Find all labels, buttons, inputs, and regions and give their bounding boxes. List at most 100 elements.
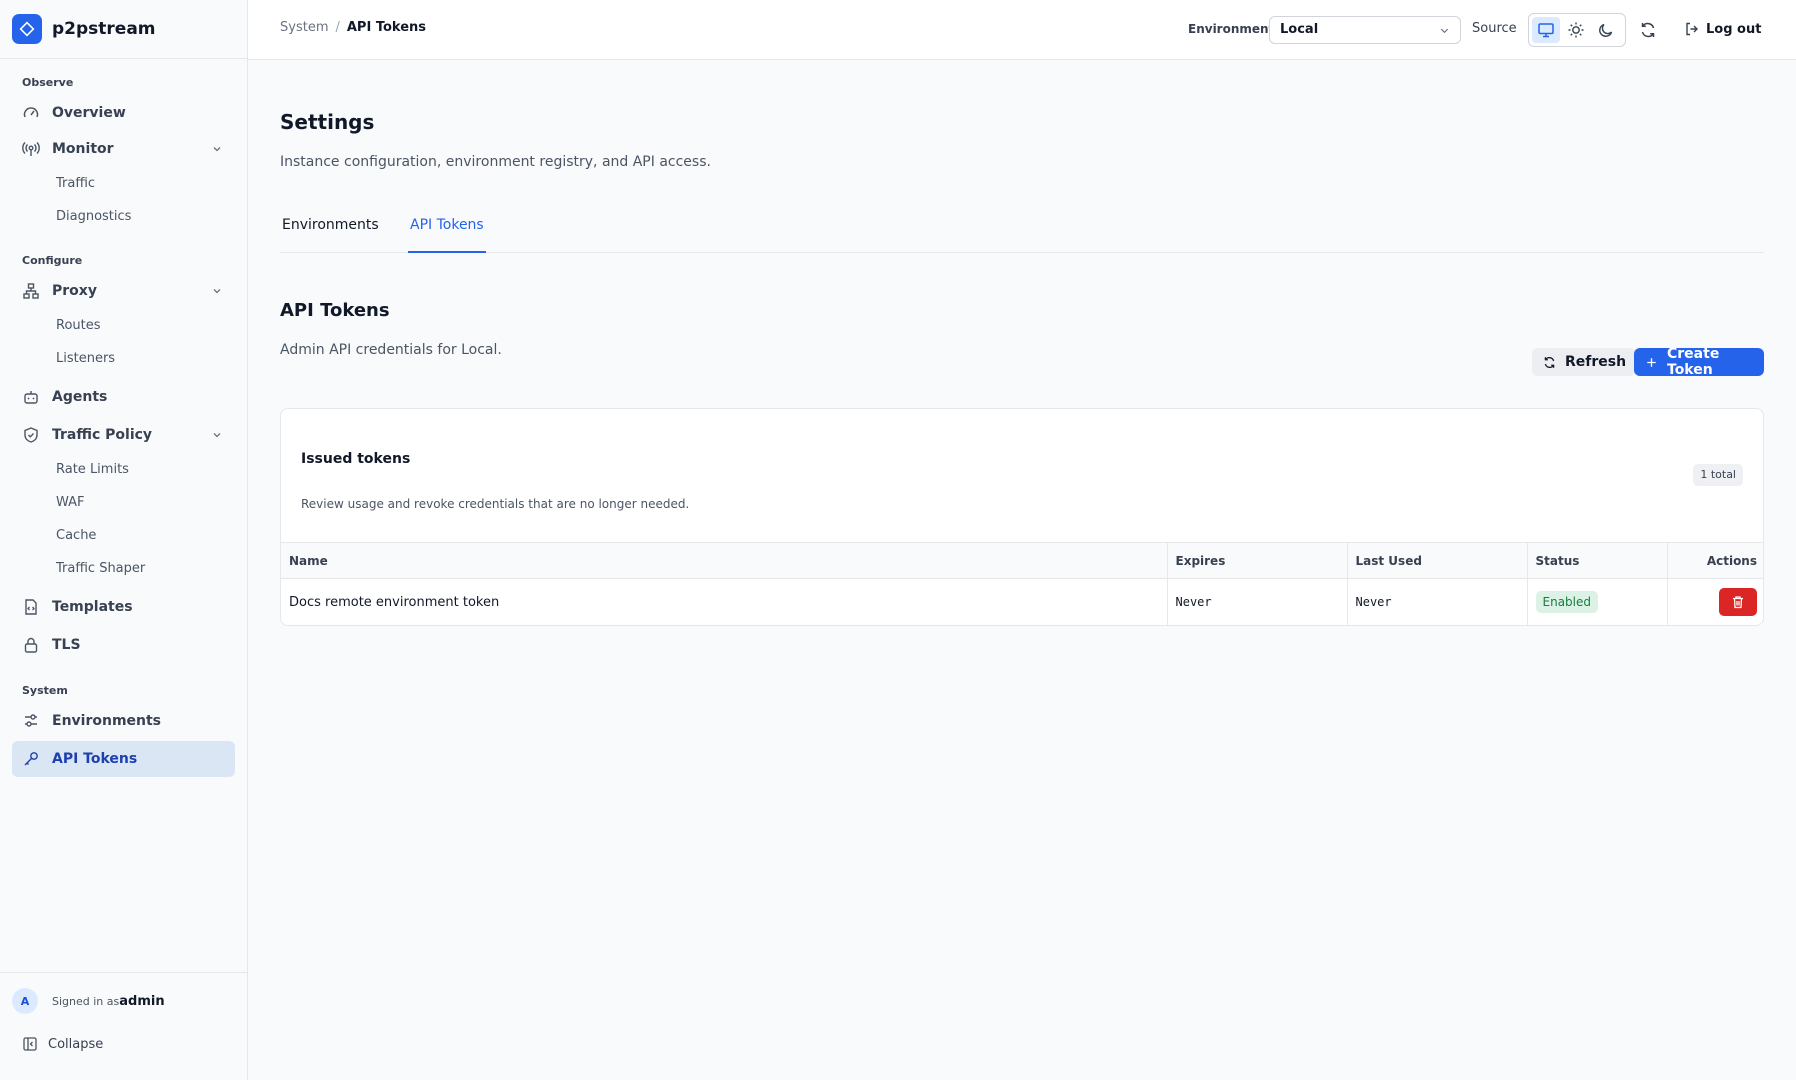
sidebar: p2pstream Observe Overview Monitor Traff…	[0, 0, 248, 1080]
chevron-down-icon[interactable]	[211, 285, 223, 297]
breadcrumb: System / API Tokens	[280, 20, 426, 35]
token-name: Docs remote environment token	[289, 594, 500, 610]
breadcrumb-separator: /	[335, 20, 340, 35]
column-header-expires: Expires	[1166, 542, 1347, 579]
sidebar-item-routes[interactable]: Routes	[12, 309, 235, 342]
section-description: Admin API credentials for Local.	[280, 342, 502, 358]
sidebar-item-diagnostics[interactable]: Diagnostics	[12, 200, 235, 233]
logout-label: Log out	[1706, 21, 1762, 37]
sidebar-item-traffic-shaper[interactable]: Traffic Shaper	[12, 552, 235, 585]
chevron-down-icon[interactable]	[211, 143, 223, 155]
token-status-cell: Enabled	[1526, 578, 1667, 625]
trash-icon	[1733, 596, 1743, 609]
sidebar-item-tls[interactable]: TLS	[12, 627, 235, 663]
top-bar: System / API Tokens Environment Local So…	[248, 0, 1796, 60]
monitor-icon	[1538, 23, 1554, 38]
breadcrumb-system[interactable]: System	[280, 20, 328, 35]
breadcrumb-current: API Tokens	[346, 20, 427, 35]
token-last-used: Never	[1346, 578, 1527, 625]
refresh-icon[interactable]	[1638, 20, 1658, 40]
tab-environments[interactable]: Environments	[282, 210, 379, 253]
sidebar-item-label: TLS	[52, 637, 81, 653]
brand-logo-icon	[12, 14, 42, 44]
settings-tabs: Environments API Tokens	[280, 210, 1764, 253]
sidebar-item-monitor[interactable]: Monitor	[12, 131, 235, 167]
plus-icon	[1647, 357, 1656, 367]
sidebar-item-label: Environments	[52, 713, 162, 729]
panel-left-icon	[23, 1037, 37, 1051]
sidebar-item-cache[interactable]: Cache	[12, 519, 235, 552]
sidebar-footer: A Signed in asadmin Collapse	[0, 972, 247, 1080]
refresh-icon	[1544, 356, 1555, 368]
gauge-icon	[23, 107, 39, 118]
issued-tokens-card: Issued tokens Review usage and revoke cr…	[280, 408, 1764, 626]
tokens-table: Name Expires Last Used Status Actions Do…	[281, 542, 1763, 625]
sidebar-item-traffic-policy[interactable]: Traffic Policy	[12, 417, 235, 453]
logout-button[interactable]: Log out	[1684, 21, 1761, 37]
page-title: Settings	[280, 110, 375, 134]
section-title: API Tokens	[280, 300, 390, 321]
sidebar-item-agents[interactable]: Agents	[12, 379, 235, 415]
collapse-label: Collapse	[48, 1036, 104, 1052]
theme-dark-button[interactable]	[1592, 17, 1620, 43]
sidebar-item-rate-limits[interactable]: Rate Limits	[12, 453, 235, 486]
theme-light-button[interactable]	[1562, 17, 1590, 43]
chevron-down-icon	[1440, 28, 1449, 34]
bot-icon	[24, 391, 38, 404]
sidebar-item-overview[interactable]: Overview	[12, 95, 235, 131]
collapse-sidebar-button[interactable]: Collapse	[12, 1029, 235, 1059]
shield-check-icon	[24, 427, 38, 443]
sun-icon	[1568, 22, 1584, 38]
lock-icon	[24, 637, 38, 653]
environment-value: Local	[1280, 22, 1319, 37]
brand[interactable]: p2pstream	[0, 0, 247, 59]
sidebar-item-proxy[interactable]: Proxy	[12, 273, 235, 309]
sidebar-item-label: Proxy	[52, 283, 97, 299]
refresh-label: Refresh	[1565, 354, 1627, 370]
create-token-label: Create Token	[1667, 346, 1720, 378]
sidebar-item-label: Monitor	[52, 141, 114, 157]
delete-token-button[interactable]	[1719, 588, 1757, 617]
page-description: Instance configuration, environment regi…	[280, 154, 711, 170]
nav-section-configure: Configure	[22, 254, 83, 267]
sidebar-item-templates[interactable]: Templates	[12, 589, 235, 625]
sidebar-item-label: Traffic Policy	[52, 427, 153, 443]
chevron-down-icon[interactable]	[211, 429, 223, 441]
sidebar-item-waf[interactable]: WAF	[12, 486, 235, 519]
status-badge: Enabled	[1535, 591, 1598, 614]
signed-in-username: admin	[119, 993, 165, 1009]
source-label: Source	[1472, 21, 1517, 36]
refresh-button[interactable]: Refresh	[1532, 348, 1637, 376]
token-expires: Never	[1166, 578, 1347, 625]
nav-section-observe: Observe	[22, 76, 74, 89]
sidebar-item-label: Agents	[52, 389, 108, 405]
tab-api-tokens[interactable]: API Tokens	[408, 210, 486, 253]
table-row: Docs remote environment token Never Neve…	[281, 578, 1763, 625]
network-icon	[23, 283, 39, 299]
moon-icon	[1599, 23, 1613, 37]
table-header-row: Name Expires Last Used Status Actions	[281, 542, 1763, 579]
token-actions-cell	[1666, 578, 1763, 625]
environment-label: Environment	[1188, 22, 1275, 36]
column-header-status: Status	[1526, 542, 1667, 579]
column-header-actions: Actions	[1666, 542, 1763, 579]
column-header-last-used: Last Used	[1346, 542, 1527, 579]
sidebar-item-label: Overview	[52, 105, 126, 121]
sidebar-item-label: Templates	[52, 599, 133, 615]
create-token-button[interactable]: Create Token	[1634, 346, 1764, 378]
nav-section-system: System	[22, 684, 68, 697]
total-count-badge: 1 total	[1693, 464, 1743, 486]
theme-system-button[interactable]	[1532, 17, 1560, 43]
sidebar-item-traffic[interactable]: Traffic	[12, 167, 235, 200]
sidebar-item-environments[interactable]: Environments	[12, 703, 235, 739]
sidebar-item-listeners[interactable]: Listeners	[12, 342, 235, 375]
radio-tower-icon	[22, 142, 40, 156]
signed-in-user: A Signed in asadmin	[12, 985, 235, 1017]
sidebar-item-api-tokens[interactable]: API Tokens	[12, 741, 235, 777]
card-title: Issued tokens	[301, 451, 411, 467]
file-code-icon	[25, 599, 37, 615]
sliders-icon	[25, 714, 37, 727]
environment-select[interactable]: Local	[1269, 16, 1461, 44]
card-description: Review usage and revoke credentials that…	[301, 497, 690, 511]
key-icon	[24, 752, 38, 766]
